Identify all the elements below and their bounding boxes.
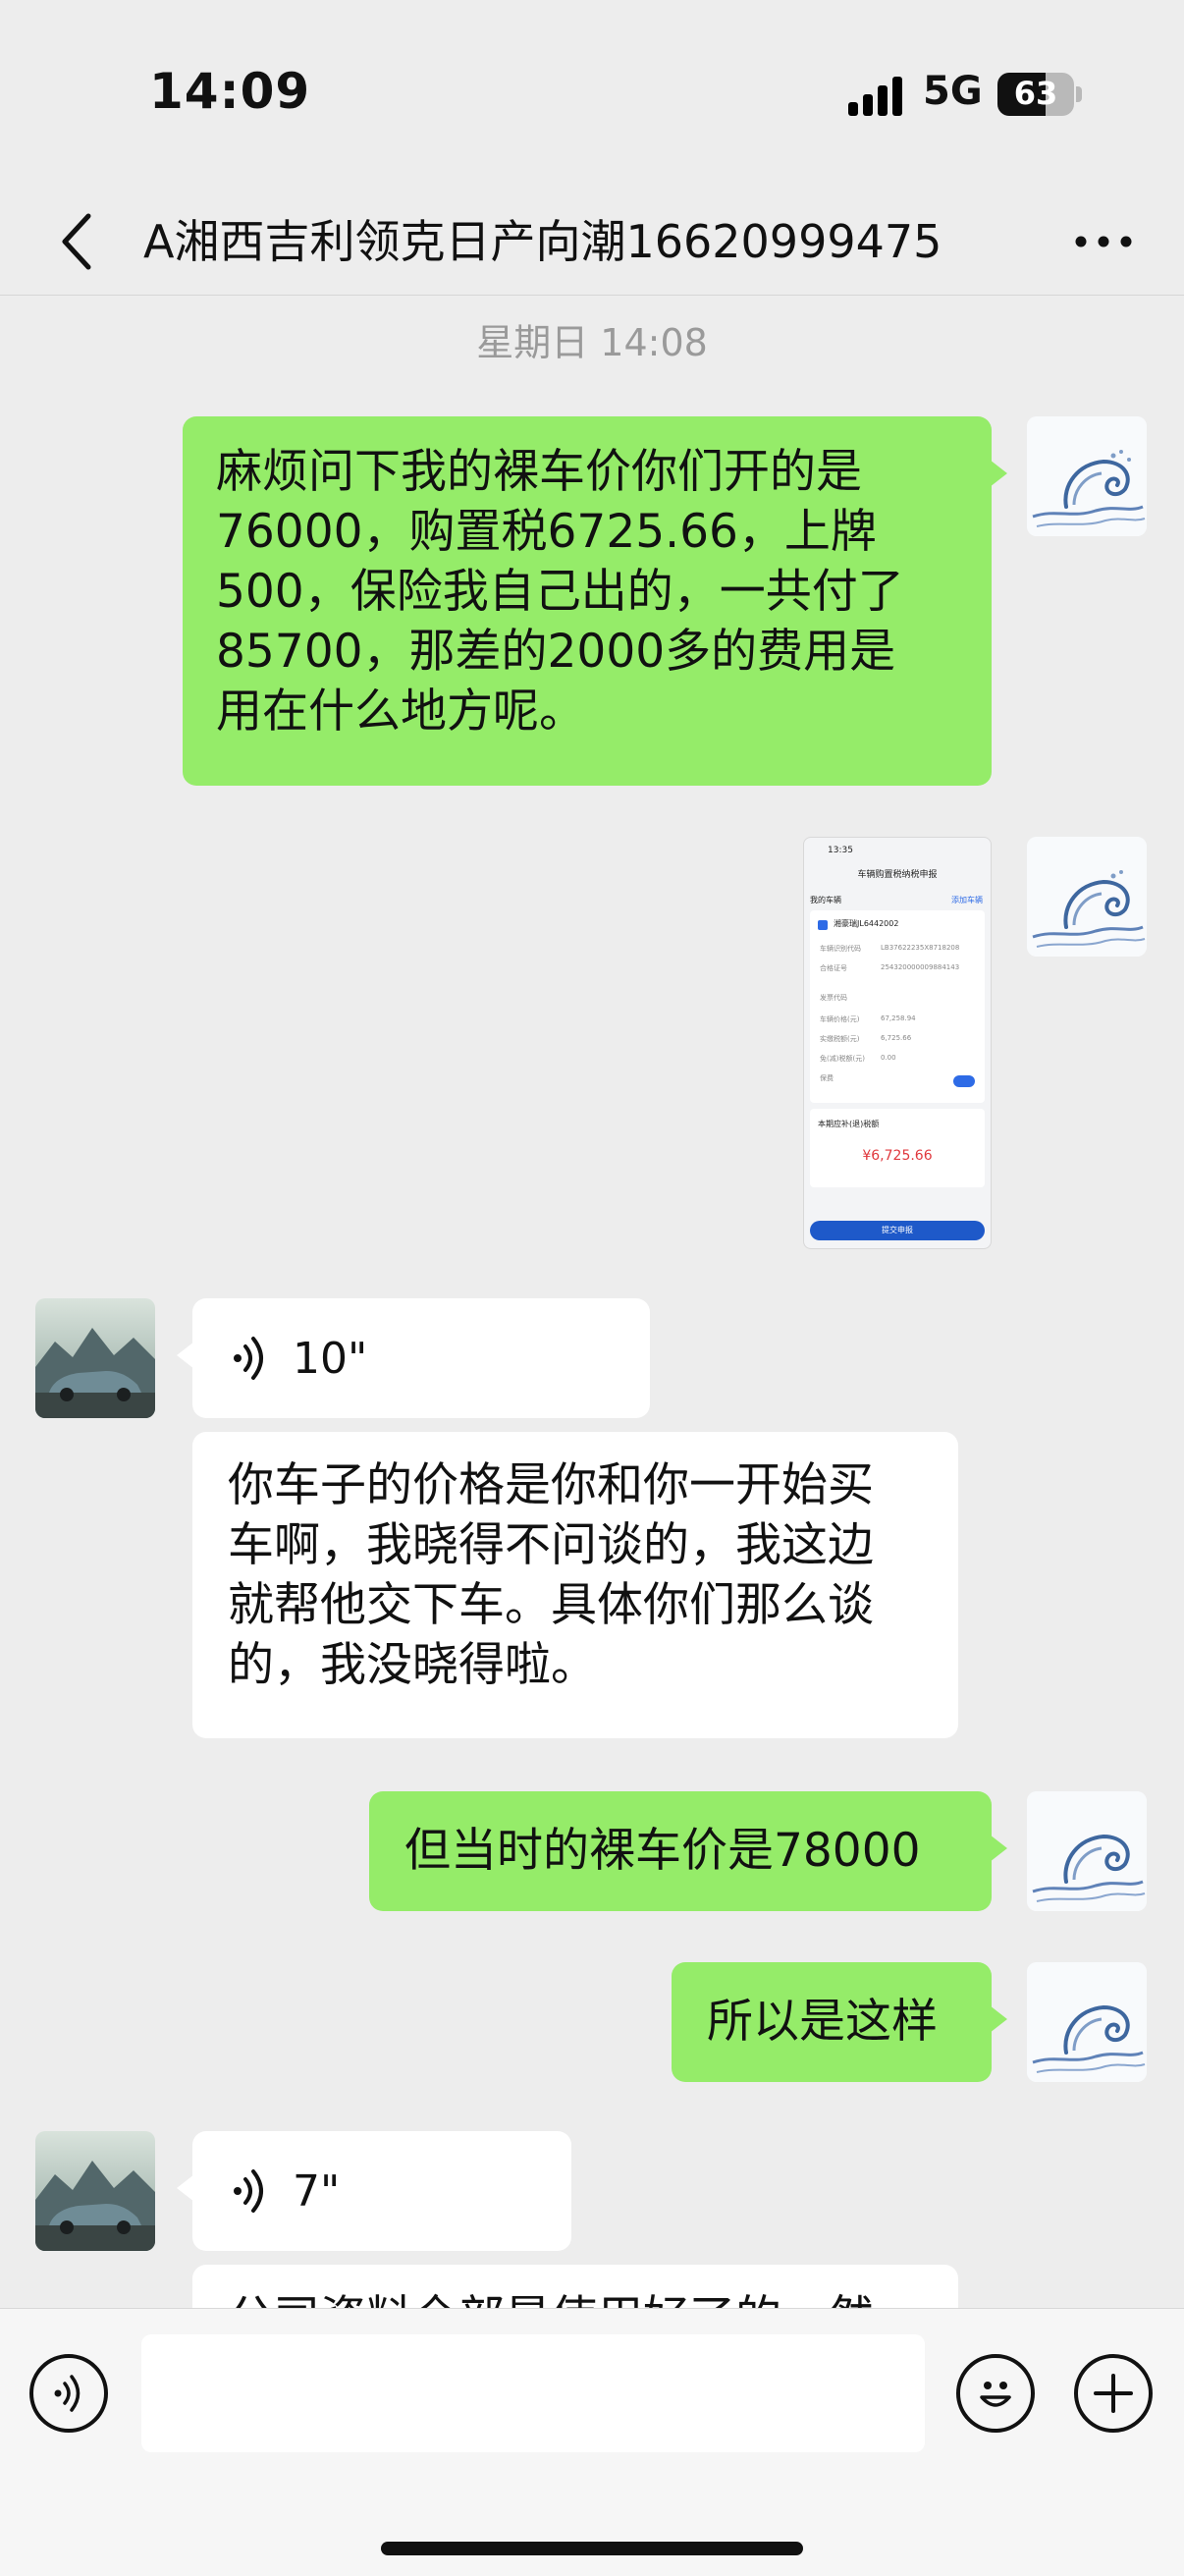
car-avatar-icon bbox=[35, 1298, 155, 1418]
image-row-value: 6,725.66 bbox=[881, 1034, 912, 1042]
plus-icon bbox=[1094, 2374, 1133, 2413]
image-status-time: 13:35 bbox=[828, 846, 853, 855]
image-row-value: 0.00 bbox=[881, 1054, 896, 1062]
message-text: 你车子的价格是你和你一开始买 车啊，我晓得不问谈的，我这边 就帮他交下车。具体你… bbox=[228, 1458, 874, 1692]
network-type: 5G bbox=[923, 69, 983, 114]
image-add-car: 添加车辆 bbox=[951, 896, 983, 904]
more-icon bbox=[1075, 236, 1132, 247]
wave-avatar-icon bbox=[1027, 416, 1147, 536]
message-text: 麻烦问下我的裸车价你们开的是 76000，购置税6725.66，上牌 500，保… bbox=[216, 445, 904, 739]
input-bar bbox=[0, 2308, 1184, 2576]
signal-icon bbox=[848, 75, 907, 116]
message-timestamp: 星期日 14:08 bbox=[476, 321, 708, 364]
voice-duration: 7" bbox=[293, 2165, 341, 2217]
image-checkbox-icon bbox=[818, 920, 828, 930]
image-my-cars: 我的车辆 bbox=[810, 896, 841, 904]
image-row-label: 免(减)税额(元) bbox=[820, 1055, 865, 1063]
chat-title: A湘西吉利领克日产向潮16620999475 bbox=[143, 215, 942, 268]
voice-icon bbox=[234, 1337, 263, 1380]
image-amount: ¥6,725.66 bbox=[862, 1148, 933, 1164]
image-row-value: LB37622235X8718208 bbox=[881, 944, 960, 952]
image-row-value: 67,258.94 bbox=[881, 1014, 916, 1022]
voice-icon bbox=[54, 2375, 81, 2412]
voice-input-button[interactable] bbox=[29, 2354, 108, 2433]
avatar-self[interactable] bbox=[1027, 1791, 1147, 1911]
image-row-label: 车辆识别代码 bbox=[820, 945, 861, 953]
battery-percent: 63 bbox=[1013, 75, 1058, 112]
status-time: 14:09 bbox=[149, 63, 311, 120]
voice-row: 10" bbox=[192, 1298, 650, 1418]
message-bubble-self[interactable]: 但当时的裸车价是78000 bbox=[369, 1791, 1007, 1911]
avatar-other[interactable] bbox=[35, 1298, 155, 1418]
wave-avatar-icon bbox=[1027, 1962, 1147, 2082]
avatar-self[interactable] bbox=[1027, 1962, 1147, 2082]
voice-message[interactable]: 10" bbox=[177, 1298, 650, 1418]
back-button[interactable] bbox=[41, 202, 110, 281]
message-bubble-self[interactable]: 所以是这样 bbox=[672, 1962, 1007, 2082]
avatar-other[interactable] bbox=[35, 2131, 155, 2251]
image-row-label: 实缴税额(元) bbox=[820, 1035, 860, 1043]
voice-row: 7" bbox=[192, 2131, 571, 2251]
image-amount-label: 本期应补(退)税额 bbox=[818, 1120, 880, 1128]
status-bar: 14:09 5G 63 bbox=[0, 0, 1184, 187]
battery-tip bbox=[1076, 86, 1082, 102]
image-plate: 湘豪瑞JL6442002 bbox=[834, 919, 899, 928]
image-message[interactable]: 13:35 车辆购置税纳税申报 我的车辆 添加车辆 湘豪瑞JL6442002 车… bbox=[803, 837, 992, 1249]
message-text: 所以是这样 bbox=[707, 1995, 938, 2049]
car-avatar-icon bbox=[35, 2131, 155, 2251]
image-row-label: 车辆价格(元) bbox=[820, 1015, 860, 1023]
image-page-title: 车辆购置税纳税申报 bbox=[857, 870, 938, 880]
emoji-icon bbox=[980, 2382, 1011, 2407]
message-text: 但当时的裸车价是78000 bbox=[404, 1824, 921, 1878]
image-car-card: 湘豪瑞JL6442002 车辆识别代码 LB37622235X8718208 合… bbox=[810, 910, 985, 1103]
image-row-label: 发票代码 bbox=[820, 994, 847, 1002]
avatar-self[interactable] bbox=[1027, 837, 1147, 957]
wave-avatar-icon bbox=[1027, 1791, 1147, 1911]
image-row-value: 254320000009884143 bbox=[881, 963, 960, 971]
back-icon bbox=[62, 213, 91, 270]
avatar-self[interactable] bbox=[1027, 416, 1147, 536]
voice-duration: 10" bbox=[293, 1333, 368, 1384]
image-amount-card: 本期应补(退)税额 ¥6,725.66 bbox=[810, 1109, 985, 1187]
wave-avatar-icon bbox=[1027, 837, 1147, 957]
image-row-label: 保费 bbox=[820, 1074, 834, 1082]
message-bubble-self[interactable]: 麻烦问下我的裸车价你们开的是 76000，购置税6725.66，上牌 500，保… bbox=[183, 416, 1007, 786]
voice-icon bbox=[234, 2169, 263, 2213]
message-bubble-other[interactable]: 你车子的价格是你和你一开始买 车啊，我晓得不问谈的，我这边 就帮他交下车。具体你… bbox=[192, 1432, 958, 1738]
more-button[interactable] bbox=[1064, 202, 1143, 281]
chat-header: A湘西吉利领克日产向潮16620999475 bbox=[0, 187, 1184, 296]
image-submit: 提交申报 bbox=[810, 1221, 985, 1240]
voice-message[interactable]: 7" bbox=[177, 2131, 571, 2251]
home-indicator bbox=[381, 2542, 803, 2555]
emoji-button[interactable] bbox=[956, 2354, 1035, 2433]
message-input[interactable] bbox=[141, 2334, 925, 2452]
plus-button[interactable] bbox=[1074, 2354, 1153, 2433]
battery-icon: 63 bbox=[997, 73, 1074, 116]
image-pill bbox=[953, 1075, 975, 1087]
image-row-label: 合格证号 bbox=[820, 964, 847, 972]
